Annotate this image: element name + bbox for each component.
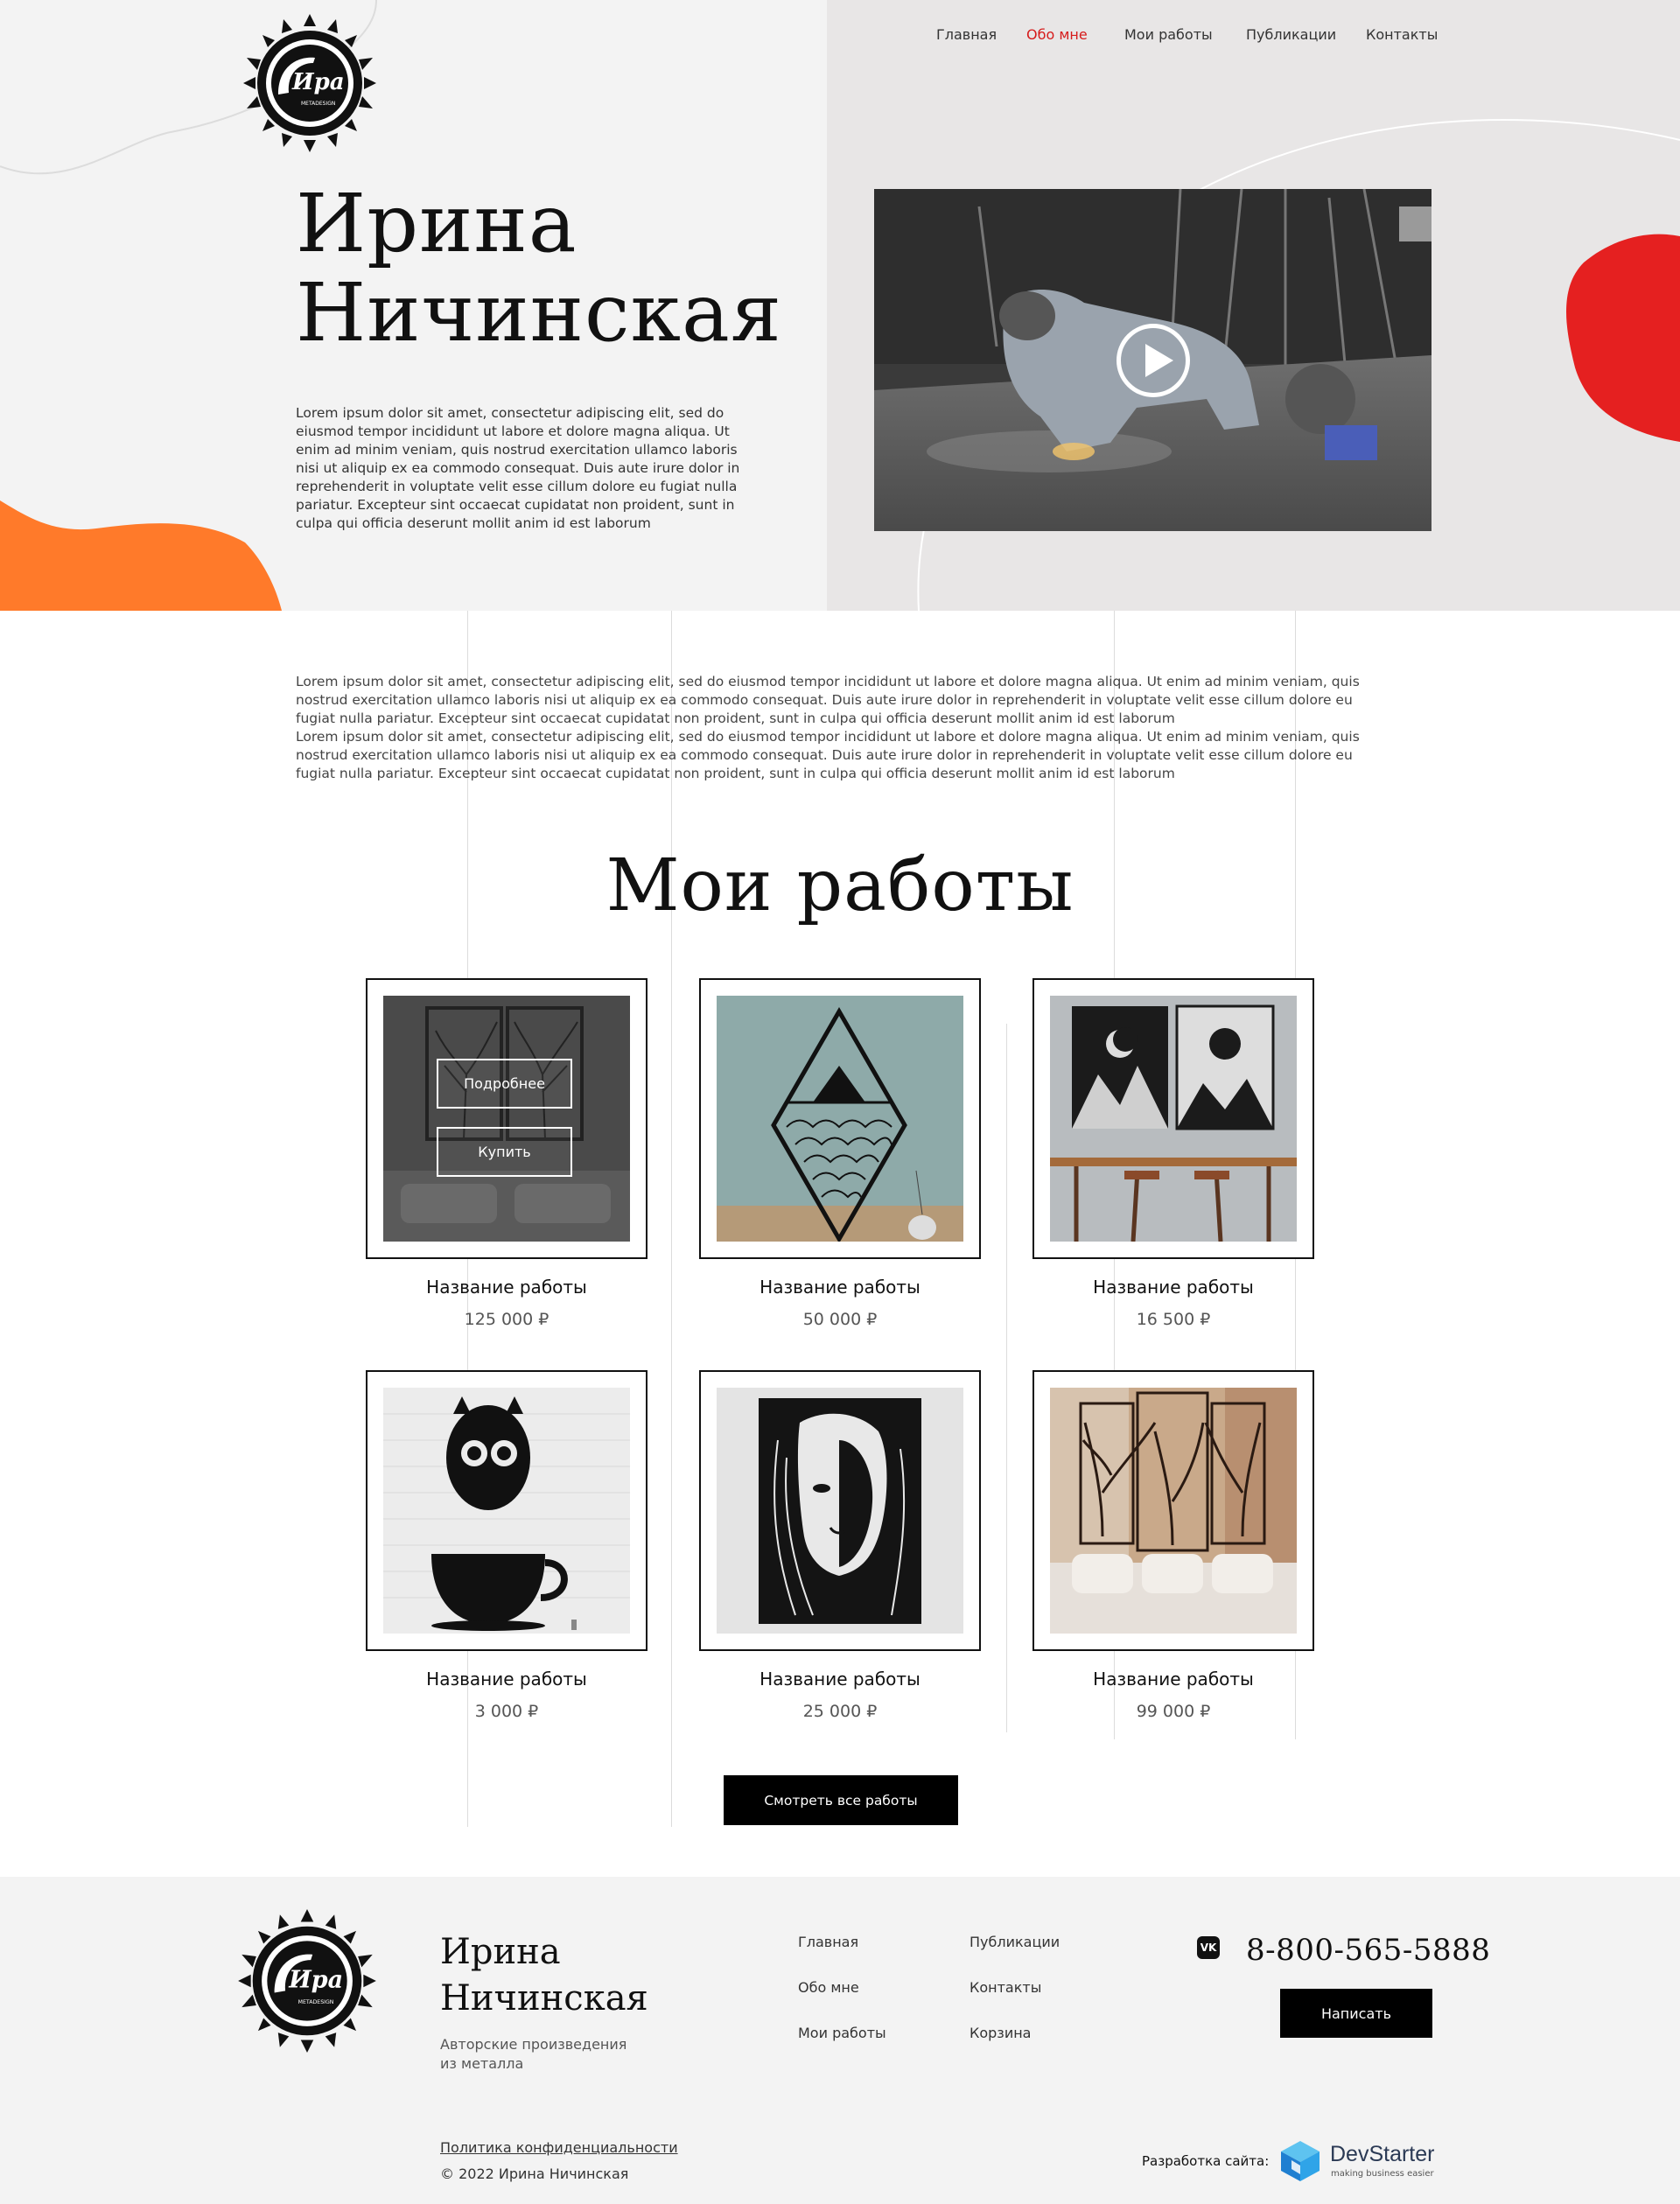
- work-price: 25 000 ₽: [802, 1702, 878, 1721]
- footer-subtitle: Авторские произведения из металла: [440, 2036, 627, 2072]
- nav-home[interactable]: Главная: [936, 26, 997, 43]
- copyright: © 2022 Ирина Ничинская: [440, 2166, 629, 2182]
- work-card[interactable]: Название работы 50 000 ₽: [699, 978, 981, 1329]
- nav-contacts[interactable]: Контакты: [1366, 26, 1438, 43]
- work-card[interactable]: Название работы 25 000 ₽: [699, 1370, 981, 1721]
- work-name[interactable]: Название работы: [366, 1277, 648, 1298]
- work-image[interactable]: [717, 1388, 963, 1634]
- works-title: Мои работы: [606, 844, 1074, 927]
- buy-button[interactable]: Купить: [437, 1127, 572, 1177]
- work-name[interactable]: Название работы: [699, 1277, 981, 1298]
- work-price: 16 500 ₽: [1136, 1310, 1211, 1329]
- developer-label: Разработка сайта:: [1142, 2153, 1270, 2169]
- footer-link-cart[interactable]: Корзина: [970, 2025, 1031, 2041]
- work-price: 125 000 ₽: [464, 1310, 550, 1329]
- work-frame: Подробнее Купить: [366, 978, 648, 1259]
- footer: Ира METADESIGN Ирина Ничинская Авторские…: [0, 1877, 1680, 2204]
- work-price: 3 000 ₽: [474, 1702, 539, 1721]
- work-card[interactable]: Название работы 16 500 ₽: [1032, 978, 1314, 1329]
- developer-tagline: making business easier: [1331, 2169, 1434, 2179]
- privacy-policy-link[interactable]: Политика конфиденциальности: [440, 2139, 678, 2156]
- work-image[interactable]: [1050, 996, 1297, 1242]
- title-line-2: Ничинская: [296, 266, 782, 360]
- sun-logo-icon[interactable]: Ира METADESIGN: [243, 14, 376, 152]
- phone-number[interactable]: 8-800-565-5888: [1246, 1933, 1490, 1968]
- guide-line: [671, 611, 672, 1827]
- sun-logo-icon[interactable]: Ира METADESIGN: [238, 1909, 376, 2053]
- work-image[interactable]: [1050, 1388, 1297, 1634]
- svg-text:Ира: Ира: [288, 1966, 343, 1993]
- svg-text:METADESIGN: METADESIGN: [301, 101, 335, 107]
- work-card[interactable]: Название работы 3 000 ₽: [366, 1370, 648, 1721]
- footer-link-publications[interactable]: Публикации: [970, 1934, 1060, 1950]
- about-paragraph: Lorem ipsum dolor sit amet, consectetur …: [296, 729, 1360, 781]
- work-name[interactable]: Название работы: [1032, 1669, 1314, 1690]
- footer-link-home[interactable]: Главная: [798, 1934, 858, 1950]
- work-frame: [366, 1370, 648, 1651]
- footer-link-works[interactable]: Мои работы: [798, 2025, 886, 2041]
- footer-name: Ирина Ничинская: [440, 1929, 648, 2022]
- svg-text:Ира: Ира: [291, 69, 345, 95]
- footer-link-contacts[interactable]: Контакты: [970, 1979, 1041, 1996]
- work-name[interactable]: Название работы: [366, 1669, 648, 1690]
- guide-line: [1006, 1024, 1007, 1732]
- footer-link-about[interactable]: Обо мне: [798, 1979, 859, 1996]
- play-icon[interactable]: [1116, 324, 1190, 397]
- nav-works[interactable]: Мои работы: [1124, 26, 1213, 43]
- devstarter-cube-icon[interactable]: [1279, 2139, 1321, 2183]
- work-card[interactable]: Подробнее Купить Название работы 125 000…: [366, 978, 648, 1329]
- work-price: 50 000 ₽: [802, 1310, 878, 1329]
- hero-section: Ира METADESIGN Главная Обо мне Мои работ…: [0, 0, 1680, 611]
- developer-name[interactable]: DevStarter: [1330, 2142, 1434, 2167]
- footer-name-line-1: Ирина: [440, 1932, 561, 1972]
- nav-publications[interactable]: Публикации: [1246, 26, 1336, 43]
- title-line-1: Ирина: [296, 177, 578, 270]
- vk-icon[interactable]: VK: [1197, 1936, 1220, 1959]
- work-price: 99 000 ₽: [1136, 1702, 1211, 1721]
- work-image[interactable]: [717, 996, 963, 1242]
- work-frame: [1032, 1370, 1314, 1651]
- hero-description: Lorem ipsum dolor sit amet, consectetur …: [296, 405, 740, 531]
- about-paragraph: Lorem ipsum dolor sit amet, consectetur …: [296, 674, 1360, 726]
- work-frame: [1032, 978, 1314, 1259]
- page-title: Ирина Ничинская: [296, 179, 782, 358]
- work-image[interactable]: [383, 1388, 630, 1634]
- write-button[interactable]: Написать: [1280, 1989, 1432, 2038]
- work-name[interactable]: Название работы: [1032, 1277, 1314, 1298]
- work-image[interactable]: Подробнее Купить: [383, 996, 630, 1242]
- nav-about[interactable]: Обо мне: [1026, 26, 1088, 43]
- footer-name-line-2: Ничинская: [440, 1978, 648, 2019]
- view-all-works-button[interactable]: Смотреть все работы: [724, 1775, 958, 1825]
- work-card[interactable]: Название работы 99 000 ₽: [1032, 1370, 1314, 1721]
- details-button[interactable]: Подробнее: [437, 1059, 572, 1109]
- work-name[interactable]: Название работы: [699, 1669, 981, 1690]
- about-text: Lorem ipsum dolor sit amet, consectetur …: [296, 673, 1372, 783]
- work-frame: [699, 978, 981, 1259]
- svg-text:METADESIGN: METADESIGN: [298, 1999, 334, 2005]
- work-frame: [699, 1370, 981, 1651]
